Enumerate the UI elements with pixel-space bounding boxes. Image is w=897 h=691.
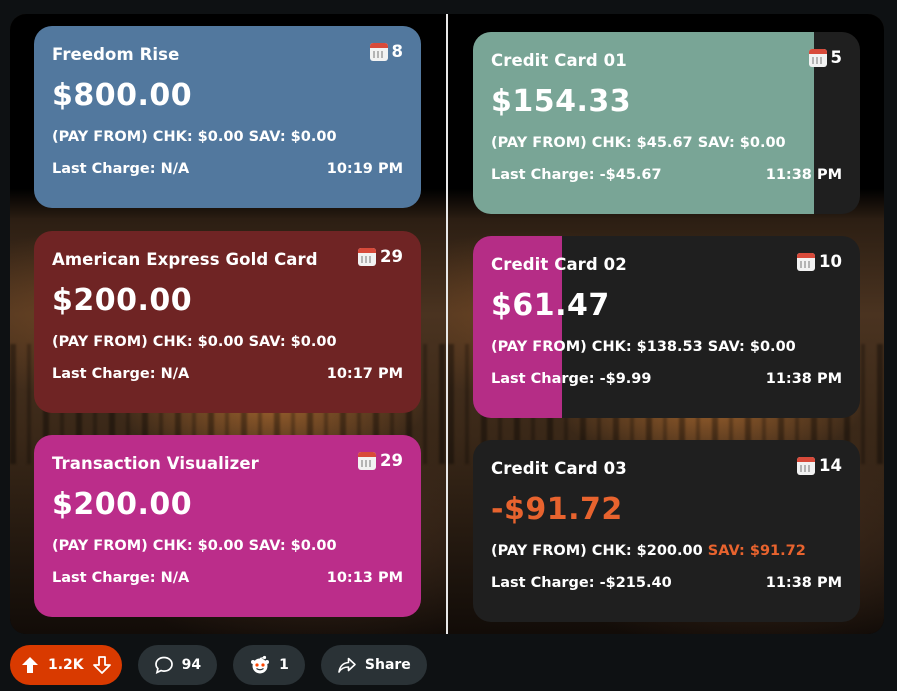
calendar-icon [797,252,816,271]
card-title: American Express Gold Card [52,250,318,269]
pay-from-line: (PAY FROM) CHK: $0.00 SAV: $0.00 [52,538,337,554]
update-time: 10:13 PM [326,570,403,586]
due-days: 14 [797,456,842,475]
card-amount: $61.47 [491,288,610,323]
pay-from-savings: SAV: $91.72 [707,543,806,559]
post-action-bar: 1.2K 94 1 Share [10,645,427,685]
card-title: Credit Card 03 [491,459,627,478]
widget-card-credit-card-02: Credit Card 02 10 $61.47 (PAY FROM) CHK:… [473,236,860,418]
last-charge: Last Charge: N/A [52,161,190,177]
calendar-icon [358,247,377,266]
update-time: 11:38 PM [765,371,842,387]
card-amount: $154.33 [491,84,632,119]
calendar-icon [369,42,388,61]
comment-bubble-icon [154,655,174,675]
calendar-icon [358,451,377,470]
right-screenshot-panel: Credit Card 01 5 $154.33 (PAY FROM) CHK:… [448,14,884,634]
due-days: 8 [369,42,403,61]
share-button[interactable]: Share [320,645,427,685]
last-charge: Last Charge: -$215.40 [491,575,672,591]
calendar-icon [797,456,816,475]
last-charge: Last Charge: N/A [52,570,190,586]
card-amount: $800.00 [52,78,193,113]
widget-card-credit-card-03: Credit Card 03 14 -$91.72 (PAY FROM) CHK… [473,440,860,622]
due-days: 29 [358,451,403,470]
last-charge: Last Charge: N/A [52,366,190,382]
due-days: 29 [358,247,403,266]
card-title: Freedom Rise [52,45,180,64]
card-amount: $200.00 [52,487,193,522]
widget-card-credit-card-01: Credit Card 01 5 $154.33 (PAY FROM) CHK:… [473,32,860,214]
due-days: 10 [797,252,842,271]
award-icon [249,654,271,676]
left-screenshot-panel: Freedom Rise 8 $800.00 (PAY FROM) CHK: $… [10,14,446,634]
pay-from-line: (PAY FROM) CHK: $0.00 SAV: $0.00 [52,334,337,350]
card-amount: $200.00 [52,283,193,318]
widget-card-amex-gold: American Express Gold Card 29 $200.00 (P… [34,231,421,413]
upvote-count: 1.2K [48,657,84,673]
pay-from-line: (PAY FROM) CHK: $45.67 SAV: $0.00 [491,135,786,151]
card-title: Credit Card 01 [491,51,627,70]
upvote-arrow-icon[interactable] [20,655,40,675]
calendar-icon [808,48,827,67]
pay-from-line: (PAY FROM) CHK: $200.00 SAV: $91.72 [491,543,806,559]
pay-from-line: (PAY FROM) CHK: $138.53 SAV: $0.00 [491,339,796,355]
pay-from-line: (PAY FROM) CHK: $0.00 SAV: $0.00 [52,129,337,145]
comments-button[interactable]: 94 [137,645,218,685]
update-time: 10:19 PM [326,161,403,177]
share-label: Share [364,657,411,673]
pay-from-savings: SAV: $0.00 [707,339,796,355]
last-charge: Last Charge: -$9.99 [491,371,652,387]
widget-card-freedom-rise: Freedom Rise 8 $800.00 (PAY FROM) CHK: $… [34,26,421,208]
widget-card-transaction-visualizer: Transaction Visualizer 29 $200.00 (PAY F… [34,435,421,617]
vote-pill: 1.2K [10,645,122,685]
update-time: 11:38 PM [765,575,842,591]
comment-count: 94 [181,657,202,673]
update-time: 10:17 PM [326,366,403,382]
card-title: Credit Card 02 [491,255,627,274]
post-image[interactable]: Freedom Rise 8 $800.00 (PAY FROM) CHK: $… [10,14,884,634]
card-amount: -$91.72 [491,492,623,527]
due-days: 5 [808,48,842,67]
award-count: 1 [279,657,289,673]
last-charge: Last Charge: -$45.67 [491,167,662,183]
award-button[interactable]: 1 [233,645,305,685]
pay-from-savings: SAV: $0.00 [697,135,786,151]
update-time: 11:38 PM [765,167,842,183]
downvote-arrow-icon[interactable] [92,655,112,675]
share-arrow-icon [337,655,357,675]
card-title: Transaction Visualizer [52,454,259,473]
